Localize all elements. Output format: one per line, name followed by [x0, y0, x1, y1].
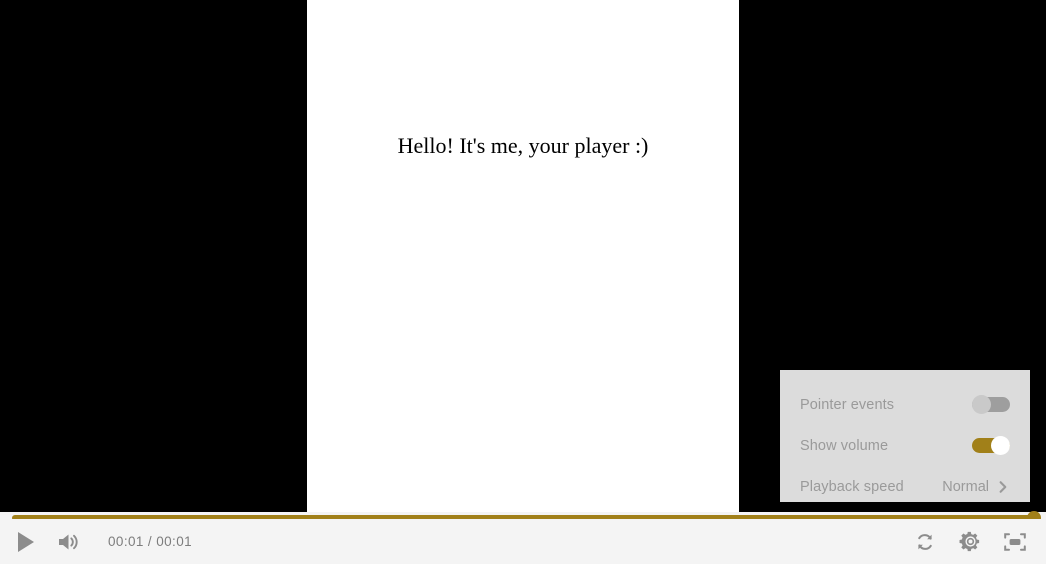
picture-in-picture-button[interactable] — [1002, 529, 1028, 555]
settings-label-pointer-events: Pointer events — [800, 396, 895, 413]
volume-icon — [57, 531, 81, 553]
volume-button[interactable] — [56, 529, 82, 555]
toggle-knob — [991, 436, 1010, 455]
playback-speed-value-group[interactable]: Normal — [942, 479, 1010, 495]
gear-icon — [959, 530, 982, 553]
toggle-show-volume[interactable] — [972, 436, 1010, 455]
control-bar-right — [912, 529, 1046, 555]
toggle-pointer-events[interactable] — [972, 395, 1010, 414]
chevron-right-icon — [996, 480, 1010, 494]
settings-row-show-volume[interactable]: Show volume — [800, 425, 1010, 466]
video-caption-text: Hello! It's me, your player :) — [397, 133, 649, 158]
toggle-knob — [972, 395, 991, 414]
settings-label-show-volume: Show volume — [800, 437, 889, 454]
loop-icon — [913, 531, 937, 553]
settings-row-playback-speed[interactable]: Playback speed Normal — [800, 466, 1010, 507]
play-button[interactable] — [12, 528, 40, 556]
control-bar: 00:01 / 00:01 — [0, 519, 1046, 564]
video-frame[interactable]: Hello! It's me, your player :) — [307, 0, 739, 512]
picture-in-picture-icon — [1003, 531, 1027, 553]
settings-row-pointer-events[interactable]: Pointer events — [800, 384, 1010, 425]
settings-label-playback-speed: Playback speed — [800, 478, 904, 495]
playback-speed-value: Normal — [942, 478, 989, 495]
settings-menu[interactable]: Pointer events Show volume Playback spee… — [780, 370, 1030, 502]
control-bar-left: 00:01 / 00:01 — [0, 528, 192, 556]
video-player: Hello! It's me, your player :) Pointer e… — [0, 0, 1046, 564]
time-display: 00:01 / 00:01 — [108, 534, 193, 549]
loop-button[interactable] — [912, 529, 938, 555]
settings-button[interactable] — [957, 529, 983, 555]
play-icon — [15, 530, 37, 554]
